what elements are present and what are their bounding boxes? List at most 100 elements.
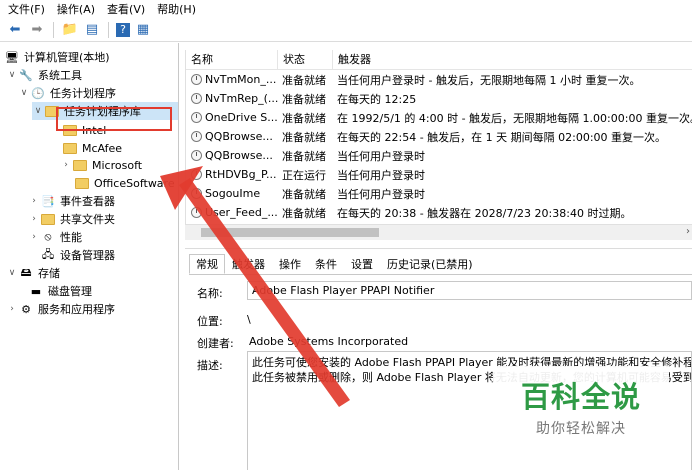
folder-icon [72,158,88,172]
back-arrow-icon[interactable]: ⬅ [6,21,24,39]
tree-storage[interactable]: ∨ 🖴 存储 [6,264,60,282]
chevron-down-icon[interactable]: ∨ [6,70,18,80]
tab-settings[interactable]: 设置 [344,254,380,274]
task-clock-icon [191,112,202,123]
chevron-down-icon[interactable]: ∨ [32,106,44,116]
horizontal-scrollbar[interactable]: › [185,224,692,240]
task-trigger: 当任何用户登录时 - 触发后，无限期地每隔 1 小时 重复一次。 [337,73,641,87]
task-name: NvTmRep_(... [205,92,278,105]
chevron-right-icon[interactable]: › [6,304,18,314]
chevron-right-icon[interactable]: › [28,214,40,224]
column-header-name[interactable]: 名称 [186,50,278,69]
tree-task-scheduler[interactable]: ∨ 🕒 任务计划程序 [18,84,116,102]
tree-device-manager[interactable]: 🖧 设备管理器 [40,246,115,264]
task-name-cell: QQBrowse... [186,130,278,143]
column-header-status[interactable]: 状态 [278,50,333,69]
tree-event-viewer[interactable]: › 📑 事件查看器 [28,192,115,210]
task-name-cell: QQBrowse... [186,149,278,162]
task-name-cell: SogouIme [186,187,278,200]
task-status: 准备就绪 [282,73,326,87]
task-row[interactable]: User_Feed_... 准备就绪 在每天的 20:38 - 触发器在 2028/… [186,203,692,222]
menu-view[interactable]: 查看(V) [107,1,145,17]
tools-icon: 🔧 [19,68,33,82]
column-header-trigger[interactable]: 触发器 [333,50,692,69]
show-hide-tree-icon[interactable]: ▤ [83,21,101,39]
help-icon[interactable]: ? [116,22,130,37]
menu-action[interactable]: 操作(A) [57,1,95,17]
tree-root[interactable]: 🖥 计算机管理(本地) [4,48,110,66]
task-status: 正在运行 [282,168,326,182]
task-name: NvTmMon_... [205,73,277,86]
shared-folders-label: 共享文件夹 [60,213,115,226]
chevron-down-icon[interactable]: ∨ [6,268,18,278]
folder-icon [62,141,78,155]
author-label: 创建者: [197,337,234,350]
chevron-right-icon[interactable]: › [28,232,40,242]
task-clock-icon [191,93,202,104]
tab-history[interactable]: 历史记录(已禁用) [380,254,480,274]
watermark-subtitle: 助你轻松解决 [536,421,626,437]
tab-triggers[interactable]: 触发器 [225,254,272,274]
task-status: 准备就绪 [282,92,326,106]
folder-label: OfficeSoftware [94,176,175,190]
task-trigger: 在每天的 20:38 - 触发器在 2028/7/23 20:38:40 时过期… [337,206,632,220]
scroll-right-icon[interactable]: › [686,226,690,237]
up-folder-icon[interactable]: 📁 [61,21,79,39]
performance-icon: ⦸ [44,230,52,243]
task-name: SogouIme [205,187,261,200]
chevron-down-icon[interactable]: ∨ [18,88,30,98]
storage-icon: 🖴 [20,265,32,279]
scrollbar-thumb[interactable] [201,228,379,237]
event-viewer-label: 事件查看器 [60,195,115,208]
task-row[interactable]: QQBrowse... 准备就绪 在每天的 22:54 - 触发后，在 1 天 期间… [186,127,692,146]
tree-folder-microsoft[interactable]: › Microsoft [60,156,142,174]
task-trigger: 在每天的 22:54 - 触发后，在 1 天 期间每隔 02:00:00 重复一… [337,130,667,144]
chevron-right-icon[interactable]: › [60,160,72,170]
tree-shared-folders[interactable]: › 共享文件夹 [28,210,115,228]
tree-services-apps[interactable]: › ⚙ 服务和应用程序 [6,300,115,318]
tree-performance[interactable]: › ⦸ 性能 [28,228,82,246]
task-clock-icon [191,74,202,85]
task-name-cell: OneDrive S... [186,111,278,124]
task-status: 准备就绪 [282,206,326,220]
task-name-cell: User_Feed_... [186,206,278,219]
task-clock-icon [191,131,202,142]
task-name-cell: NvTmRep_(... [186,92,278,105]
menu-file[interactable]: 文件(F) [8,1,45,17]
tab-divider [189,274,692,275]
task-clock-icon [191,169,202,180]
action-pane-icon[interactable]: ▦ [134,21,152,39]
description-label: 描述: [197,359,223,372]
task-status: 准备就绪 [282,130,326,144]
shared-folder-icon [40,212,56,226]
chevron-right-icon[interactable]: › [28,196,40,206]
forward-arrow-icon[interactable]: ➡ [28,21,46,39]
tree-disk-management[interactable]: ▬ 磁盘管理 [28,282,92,300]
event-viewer-icon: 📑 [41,194,55,208]
menu-help[interactable]: 帮助(H) [157,1,196,17]
name-field[interactable]: Adobe Flash Player PPAPI Notifier [247,281,692,300]
task-row[interactable]: QQBrowse... 准备就绪 当任何用户登录时 [186,146,692,165]
tab-actions[interactable]: 操作 [272,254,308,274]
task-row[interactable]: SogouIme 准备就绪 当任何用户登录时 [186,184,692,203]
tree-folder-mcafee[interactable]: McAfee [62,139,122,157]
task-clock-icon [191,188,202,199]
computer-management-icon: 🖥 [5,50,19,64]
task-row[interactable]: OneDrive S... 准备就绪在 1992/5/1 的 4:00 时 - 触… [186,108,692,127]
task-row[interactable]: NvTmMon_... 准备就绪 当任何用户登录时 - 触发后，无限期地每隔 1 小… [186,70,692,89]
tree-folder-officesoftware[interactable]: OfficeSoftware [74,174,175,192]
storage-label: 存储 [38,267,60,280]
device-manager-icon: 🖧 [41,247,55,261]
folder-label: McAfee [82,141,123,155]
task-clock-icon [191,150,202,161]
tab-general[interactable]: 常规 [189,254,225,274]
task-row[interactable]: RtHDVBg_P... 正在运行 当任何用户登录时 [186,165,692,184]
clock-icon: 🕒 [31,86,45,100]
toolbar: ⬅ ➡ 📁 ▤ ? ▦ [0,18,692,42]
task-trigger: 当任何用户登录时 [337,168,425,182]
task-row[interactable]: NvTmRep_(... 准备就绪 在每天的 12:25 [186,89,692,108]
tab-conditions[interactable]: 条件 [308,254,344,274]
task-name: User_Feed_... [205,206,278,219]
task-trigger: 当任何用户登录时 [337,187,425,201]
tree-system-tools[interactable]: ∨ 🔧 系统工具 [6,66,82,84]
